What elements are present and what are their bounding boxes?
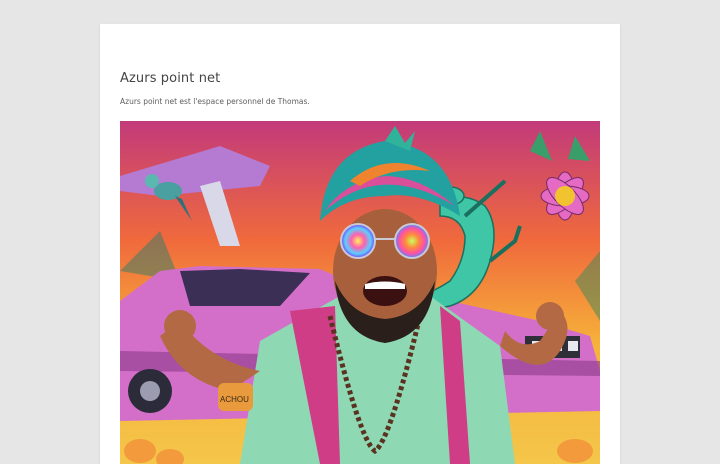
site-description: Azurs point net est l'espace personnel d… [120, 97, 310, 106]
site-title-link[interactable]: Azurs point net [120, 71, 220, 86]
page-container: Azurs point net Azurs point net est l'es… [100, 24, 620, 464]
header-illustration: ACHOU [120, 121, 600, 464]
header-image: ACHOU [120, 121, 600, 464]
bracelet-text: ACHOU [220, 395, 249, 404]
